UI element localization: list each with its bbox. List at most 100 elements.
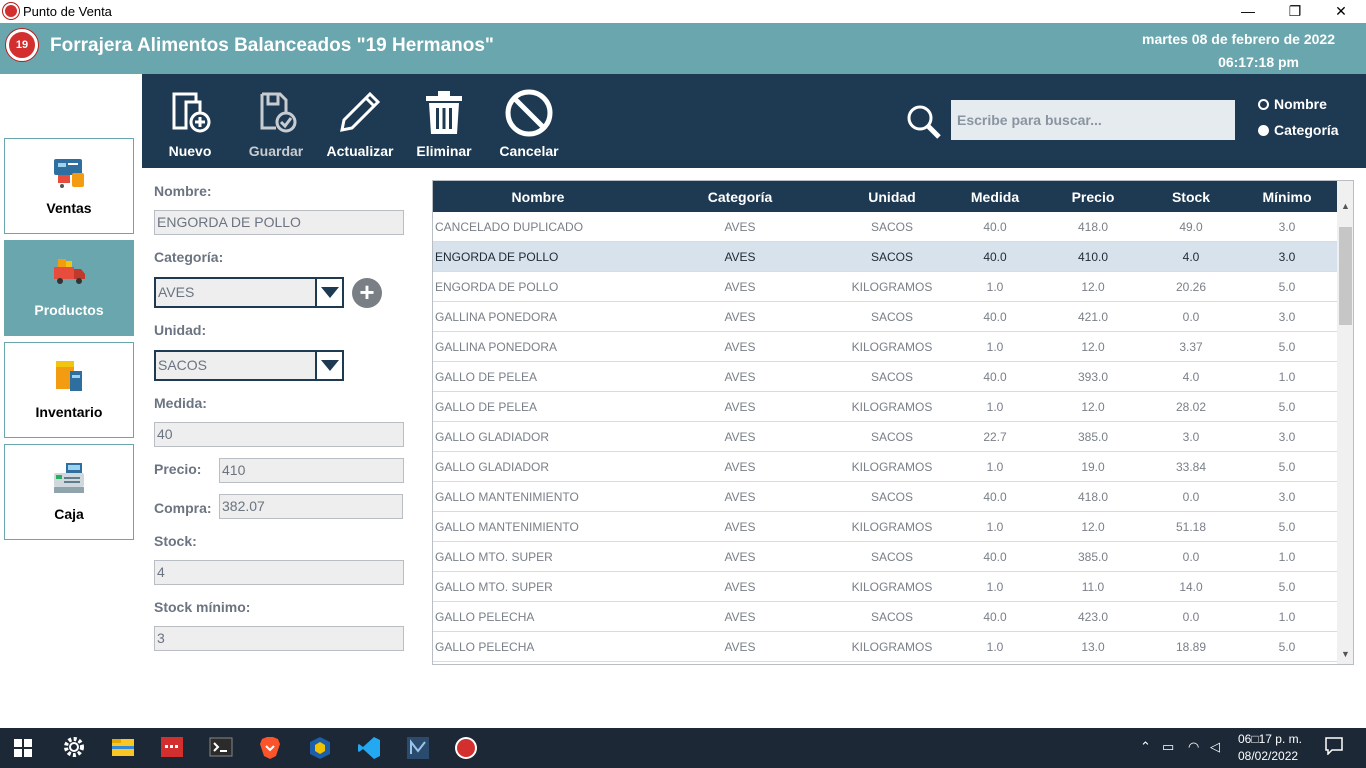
cell-medida: 1.0 xyxy=(986,460,1004,474)
add-category-button[interactable]: + xyxy=(352,278,382,308)
cell-precio: 19.0 xyxy=(1081,460,1105,474)
compra-label: Compra: xyxy=(154,500,212,516)
table-row[interactable]: GALLO PELECHA AVES KILOGRAMOS 1.0 13.0 18.89 5… xyxy=(433,632,1337,662)
save-button[interactable]: Guardar xyxy=(238,74,314,168)
column-header-nombre[interactable]: Nombre xyxy=(433,189,643,205)
table-row[interactable]: GALLO DE PELEA AVES KILOGRAMOS 1.0 12.0 28.02… xyxy=(433,392,1337,422)
stock-field[interactable]: 4 xyxy=(154,560,404,585)
sidebar-label-caja: Caja xyxy=(54,506,84,522)
column-header-stock[interactable]: Stock xyxy=(1141,189,1241,205)
table-row[interactable]: GALLO MTO. SUPER AVES KILOGRAMOS 1.0 11.0 14.… xyxy=(433,572,1337,602)
file-explorer-icon[interactable] xyxy=(111,736,135,760)
table-row[interactable]: GALLO MTO. SUPER AVES SACOS 40.0 385.0 0.0 1.0 xyxy=(433,542,1337,572)
cell-categoria: AVES xyxy=(724,310,756,324)
punto-de-venta-taskbar-icon[interactable] xyxy=(454,736,478,760)
scroll-up-icon[interactable]: ▲ xyxy=(1341,201,1350,211)
table-row[interactable]: GALLO GLADIADOR AVES KILOGRAMOS 1.0 19.0 33.8… xyxy=(433,452,1337,482)
maximize-button[interactable]: ❐ xyxy=(1272,0,1318,23)
taskbar-clock[interactable]: 06□17 p. m. 08/02/2022 xyxy=(1238,731,1302,765)
sidebar-item-ventas[interactable]: Ventas xyxy=(4,138,134,234)
cell-minimo: 5.0 xyxy=(1278,340,1296,354)
table-row[interactable]: CANCELADO DUPLICADO AVES SACOS 40.0 418.0 49.… xyxy=(433,212,1337,242)
table-row[interactable]: GALLO PELECHA AVES SACOS 40.0 423.0 0.0 1.0 xyxy=(433,602,1337,632)
table-row[interactable]: GALLINA PONEDORA AVES SACOS 40.0 421.0 0.0 3.0 xyxy=(433,302,1337,332)
stock-min-field[interactable]: 3 xyxy=(154,626,404,651)
scroll-thumb[interactable] xyxy=(1339,227,1352,325)
company-name: Forrajera Alimentos Balanceados "19 Herm… xyxy=(50,35,494,56)
column-header-minimo[interactable]: Mínimo xyxy=(1237,189,1337,205)
search-input[interactable] xyxy=(951,100,1235,140)
categoria-select[interactable]: AVES xyxy=(154,277,344,308)
table-row[interactable]: GALLO GLADIADOR AVES SACOS 22.7 385.0 3.0 3.0 xyxy=(433,422,1337,452)
cell-medida: 40.0 xyxy=(983,370,1007,384)
cell-minimo: 5.0 xyxy=(1278,520,1296,534)
brave-browser-icon[interactable] xyxy=(259,736,283,760)
chevron-up-icon[interactable]: ⌃ xyxy=(1140,739,1151,755)
nombre-field[interactable]: ENGORDA DE POLLO xyxy=(154,210,404,235)
compra-field[interactable]: 382.07 xyxy=(219,494,403,519)
cell-minimo: 5.0 xyxy=(1278,280,1296,294)
scroll-down-icon[interactable]: ▼ xyxy=(1341,649,1350,659)
cell-minimo: 3.0 xyxy=(1278,220,1296,234)
cell-medida: 1.0 xyxy=(986,640,1004,654)
close-button[interactable]: ✕ xyxy=(1318,0,1364,23)
wifi-icon[interactable]: ◠ xyxy=(1188,739,1199,755)
cell-precio: 12.0 xyxy=(1081,340,1105,354)
sidebar-item-inventario[interactable]: Inventario xyxy=(4,342,134,438)
battery-icon[interactable]: ▭ xyxy=(1162,739,1174,755)
cell-stock: 4.0 xyxy=(1182,250,1200,264)
virtualbox-icon[interactable] xyxy=(308,736,332,760)
taskbar-time: 06□17 p. m. xyxy=(1238,732,1302,746)
cell-nombre: GALLO MANTENIMIENTO xyxy=(435,520,579,534)
cell-nombre: GALLO MTO. SUPER xyxy=(435,550,553,564)
terminal-icon[interactable] xyxy=(209,736,233,760)
radio-nombre[interactable]: Nombre xyxy=(1258,96,1327,112)
radio-categoria[interactable]: Categoría xyxy=(1258,122,1339,138)
sidebar-label-ventas: Ventas xyxy=(46,200,92,216)
table-row[interactable]: GALLO MANTENIMIENTO AVES KILOGRAMOS 1.0 12.0… xyxy=(433,512,1337,542)
table-row[interactable]: ENGORDA DE POLLO AVES SACOS 40.0 410.0 4.0 3.0 xyxy=(433,242,1337,272)
settings-icon[interactable] xyxy=(63,736,87,760)
cell-stock: 0.0 xyxy=(1182,610,1200,624)
windows-start-icon[interactable] xyxy=(14,739,38,763)
sidebar-item-caja[interactable]: Caja xyxy=(4,444,134,540)
cell-categoria: AVES xyxy=(724,460,756,474)
products-table[interactable]: Nombre Categoría Unidad Medida Precio St… xyxy=(432,180,1354,665)
volume-icon[interactable]: ◁ xyxy=(1210,739,1220,755)
precio-field[interactable]: 410 xyxy=(219,458,404,483)
cell-stock: 4.0 xyxy=(1182,370,1200,384)
table-row[interactable]: GALLINA PONEDORA AVES KILOGRAMOS 1.0 12.0 3.3… xyxy=(433,332,1337,362)
column-header-precio[interactable]: Precio xyxy=(1043,189,1143,205)
cell-stock: 0.0 xyxy=(1182,550,1200,564)
new-button[interactable]: Nuevo xyxy=(154,74,226,168)
sidebar-item-productos[interactable]: Productos xyxy=(4,240,134,336)
cell-medida: 40.0 xyxy=(983,250,1007,264)
table-row[interactable]: ENGORDA DE POLLO AVES KILOGRAMOS 1.0 12.0 20.… xyxy=(433,272,1337,302)
column-header-categoria[interactable]: Categoría xyxy=(665,189,815,205)
app-red-icon[interactable] xyxy=(160,736,184,760)
cell-categoria: AVES xyxy=(724,550,756,564)
notifications-icon[interactable] xyxy=(1325,737,1343,758)
chevron-down-icon[interactable] xyxy=(315,279,342,306)
cell-categoria: AVES xyxy=(724,370,756,384)
table-scrollbar[interactable]: ▲ ▼ xyxy=(1337,181,1353,664)
vscode-icon[interactable] xyxy=(357,736,381,760)
unidad-select[interactable]: SACOS xyxy=(154,350,344,381)
update-button[interactable]: Actualizar xyxy=(322,74,398,168)
cell-medida: 1.0 xyxy=(986,520,1004,534)
cancel-button[interactable]: Cancelar xyxy=(492,74,566,168)
table-row[interactable]: GALLO DE PELEA AVES SACOS 40.0 393.0 4.0 1.0 xyxy=(433,362,1337,392)
medida-field[interactable]: 40 xyxy=(154,422,404,447)
minimize-button[interactable]: — xyxy=(1225,0,1271,23)
stock-min-label: Stock mínimo: xyxy=(154,599,251,615)
table-row[interactable]: GALLO MANTENIMIENTO AVES SACOS 40.0 418.0 0.0… xyxy=(433,482,1337,512)
radio-categoria-dot[interactable] xyxy=(1258,124,1269,136)
netbeans-icon[interactable] xyxy=(406,736,430,760)
radio-nombre-dot[interactable] xyxy=(1258,98,1269,110)
cell-precio: 418.0 xyxy=(1077,490,1109,504)
delete-button[interactable]: Eliminar xyxy=(408,74,480,168)
column-header-medida[interactable]: Medida xyxy=(945,189,1045,205)
cell-minimo: 3.0 xyxy=(1278,250,1296,264)
cell-minimo: 1.0 xyxy=(1278,610,1296,624)
chevron-down-icon[interactable] xyxy=(315,352,342,379)
